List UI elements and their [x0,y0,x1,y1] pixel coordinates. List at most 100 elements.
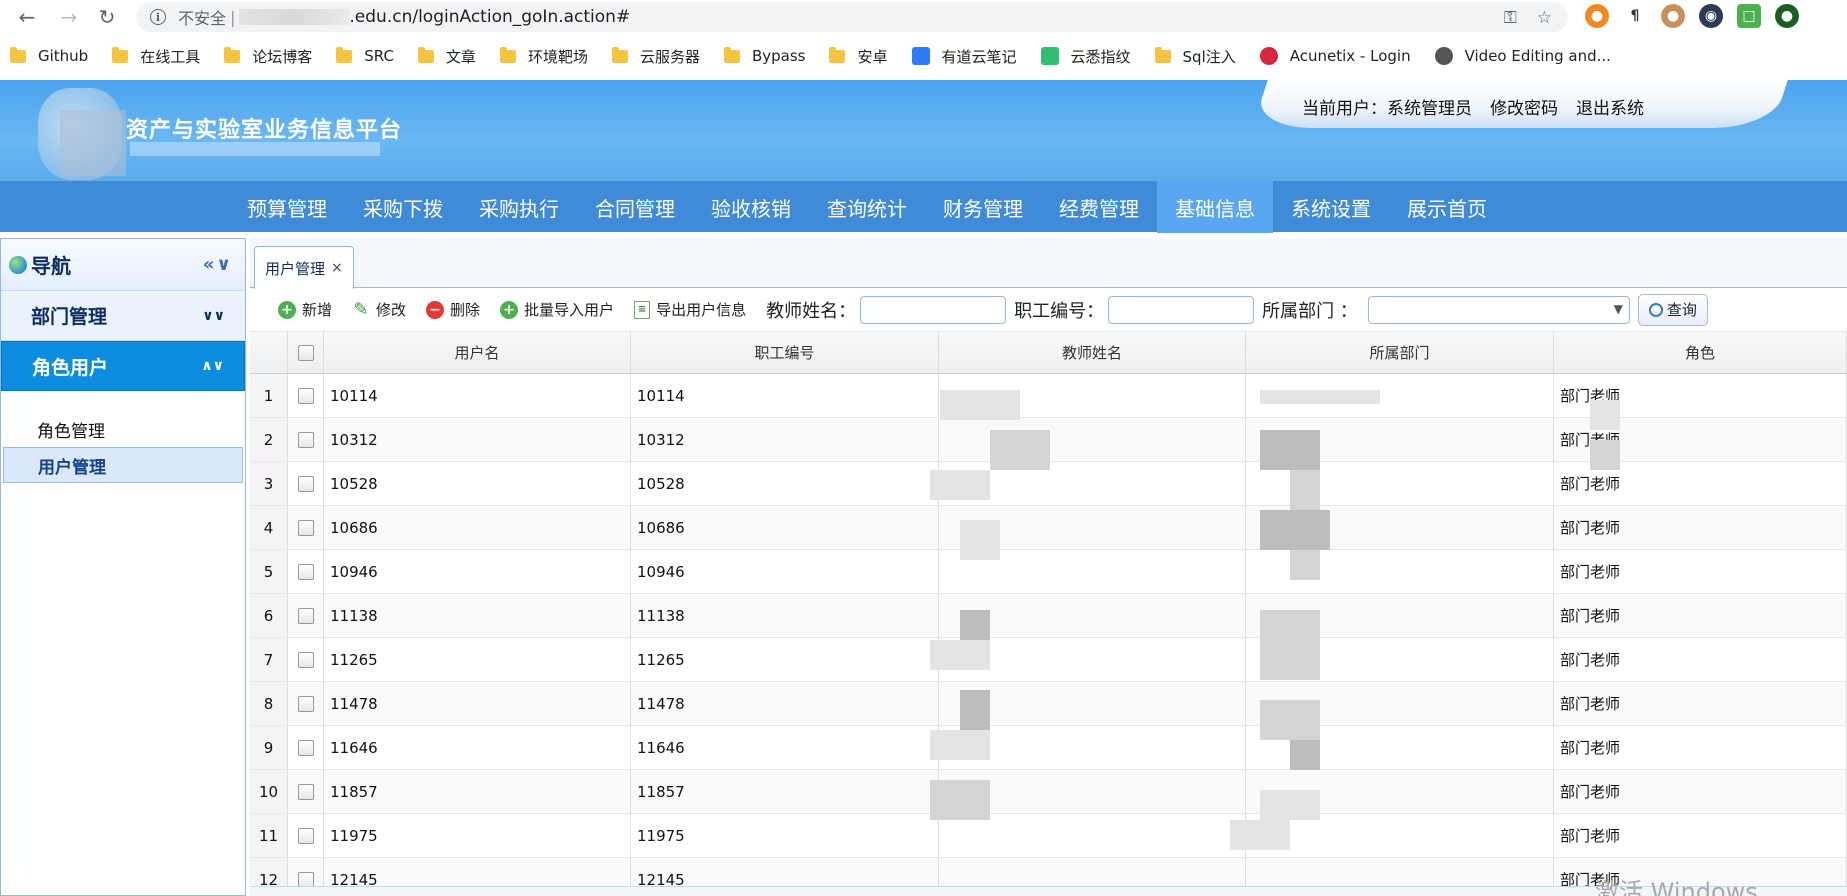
department-label: 所属部门 ： [1262,300,1358,322]
main-menu-item[interactable]: 系统设置 [1273,181,1389,233]
department-select[interactable]: ▼ [1367,295,1630,324]
main-menu-item[interactable]: 基础信息 [1157,181,1273,233]
main-menu-item[interactable]: 财务管理 [925,181,1041,233]
chevron-down-icon[interactable]: ▼ [1614,302,1623,316]
collapse-icon[interactable]: ∧∨ [201,358,224,374]
bookmark-item[interactable]: 论坛博客 [224,46,312,67]
select-all-checkbox[interactable] [297,344,314,361]
extension-printer-icon[interactable]: □ [1737,4,1761,28]
row-checkbox[interactable] [297,607,314,624]
delete-button[interactable]: − 删除 [426,299,480,320]
bookmark-item[interactable]: Github [10,46,88,65]
row-checkbox-cell [288,682,324,725]
nav-group-role-user[interactable]: 角色用户 ∧∨ [1,341,245,391]
row-checkbox[interactable] [297,783,314,800]
export-button[interactable]: ≡ 导出用户信息 [634,299,746,320]
main-menu-item[interactable]: 验收核销 [693,181,809,233]
main-menu-item[interactable]: 经费管理 [1041,181,1157,233]
row-checkbox[interactable] [297,695,314,712]
teacher-name-input[interactable] [860,295,1007,324]
employee-no-input[interactable] [1108,295,1255,324]
bookmark-item[interactable]: Acunetix - Login [1259,47,1411,65]
logout-link[interactable]: 退出系统 [1576,94,1644,119]
nav-item-role-management[interactable]: 角色管理 [3,411,243,447]
batch-import-button[interactable]: + 批量导入用户 [500,299,614,320]
cell-role: 部门老师 [1554,682,1847,725]
column-header-employee-no[interactable]: 职工编号 [631,332,939,373]
column-header-teacher-name[interactable]: 教师姓名 [939,332,1246,373]
main-menu-item[interactable]: 展示首页 [1389,181,1505,233]
row-checkbox[interactable] [297,387,314,404]
collapse-left-icon[interactable]: « [203,254,217,275]
address-bar[interactable]: i 不安全 | .edu.cn/loginAction_goIn.action#… [136,2,1568,32]
change-password-link[interactable]: 修改密码 [1490,94,1558,119]
mosaic-block [1260,610,1320,650]
column-header-username[interactable]: 用户名 [324,332,631,373]
add-icon: + [500,300,519,319]
main-menu-item[interactable]: 采购下拨 [345,181,461,233]
row-checkbox[interactable] [297,651,314,668]
column-header-role[interactable]: 角色 [1554,332,1847,373]
row-checkbox[interactable] [297,475,314,492]
bookmark-item[interactable]: Bypass [723,46,805,65]
main-menu-item[interactable]: 采购执行 [461,181,577,233]
row-checkbox[interactable] [297,431,314,448]
bookmark-item[interactable]: SRC [336,46,394,65]
table-row[interactable]: 10 11857 11857 部门老师 [250,770,1847,814]
cell-role: 部门老师 [1554,550,1847,593]
mosaic-block [1290,550,1320,580]
main-menu-item[interactable]: 预算管理 [229,181,345,233]
bookmark-label: 有道云笔记 [941,47,1017,66]
url-text[interactable]: .edu.cn/loginAction_goIn.action# [349,7,630,27]
forward-icon[interactable]: → [54,2,84,32]
extension-green-icon[interactable]: ● [1775,4,1799,28]
row-checkbox[interactable] [297,563,314,580]
back-icon[interactable]: ← [12,2,42,32]
row-checkbox[interactable] [297,827,314,844]
employee-no-label: 职工编号： [1014,300,1105,322]
add-button[interactable]: + 新增 [278,299,332,320]
extension-pilcrow-icon[interactable]: ¶ [1623,4,1647,28]
table-row[interactable]: 4 10686 10686 部门老师 [250,506,1847,550]
row-checkbox-cell [288,462,324,505]
tab-user-management[interactable]: 用户管理 × [254,246,354,289]
collapse-all-icon[interactable]: ∨ [216,254,233,275]
bookmark-item[interactable]: 安卓 [829,46,888,67]
table-row[interactable]: 11 11975 11975 部门老师 [250,814,1847,858]
nav-group-department[interactable]: 部门管理 ∨∨ [1,291,245,341]
batch-import-label: 批量导入用户 [524,301,615,319]
reload-icon[interactable]: ↻ [92,2,122,32]
bookmark-item[interactable]: 在线工具 [112,46,200,67]
info-icon[interactable]: i [150,9,166,25]
expand-icon[interactable]: ∨∨ [202,308,225,324]
row-checkbox[interactable] [297,519,314,536]
table-row[interactable]: 8 11478 11478 部门老师 [250,682,1847,726]
bookmark-item[interactable]: 环境靶场 [499,46,588,67]
row-checkbox[interactable] [297,739,314,756]
bookmark-item[interactable]: 文章 [417,46,476,67]
table-row[interactable]: 7 11265 11265 部门老师 [250,638,1847,682]
main-menu-item[interactable]: 查询统计 [809,181,925,233]
table-row[interactable]: 5 10946 10946 部门老师 [250,550,1847,594]
nav-item-user-management[interactable]: 用户管理 [3,447,243,483]
bookmark-item[interactable]: 有道云笔记 [911,46,1017,67]
edit-button[interactable]: ✎ 修改 [352,299,406,320]
bookmark-item[interactable]: Video Editing and... [1434,47,1611,65]
close-icon[interactable]: × [331,260,343,276]
main-menu-item[interactable]: 合同管理 [577,181,693,233]
extension-cookie-icon[interactable]: ● [1661,4,1685,28]
key-icon[interactable]: ⚿ [1504,8,1517,28]
bookmark-item[interactable]: 云悉指纹 [1040,46,1131,67]
mosaic-block [1260,700,1320,740]
add-label: 新增 [302,301,333,319]
table-row[interactable]: 9 11646 11646 部门老师 [250,726,1847,770]
extension-dark-icon[interactable]: ◉ [1699,4,1723,28]
star-icon[interactable]: ☆ [1537,8,1552,28]
bookmark-item[interactable]: 云服务器 [611,46,700,67]
mosaic-block [1290,740,1320,770]
extension-fox-icon[interactable]: ● [1585,4,1609,28]
column-header-department[interactable]: 所属部门 [1246,332,1554,373]
query-button[interactable]: 查询 [1637,293,1708,326]
bookmark-item[interactable]: Sql注入 [1154,46,1236,67]
table-row[interactable]: 6 11138 11138 部门老师 [250,594,1847,638]
